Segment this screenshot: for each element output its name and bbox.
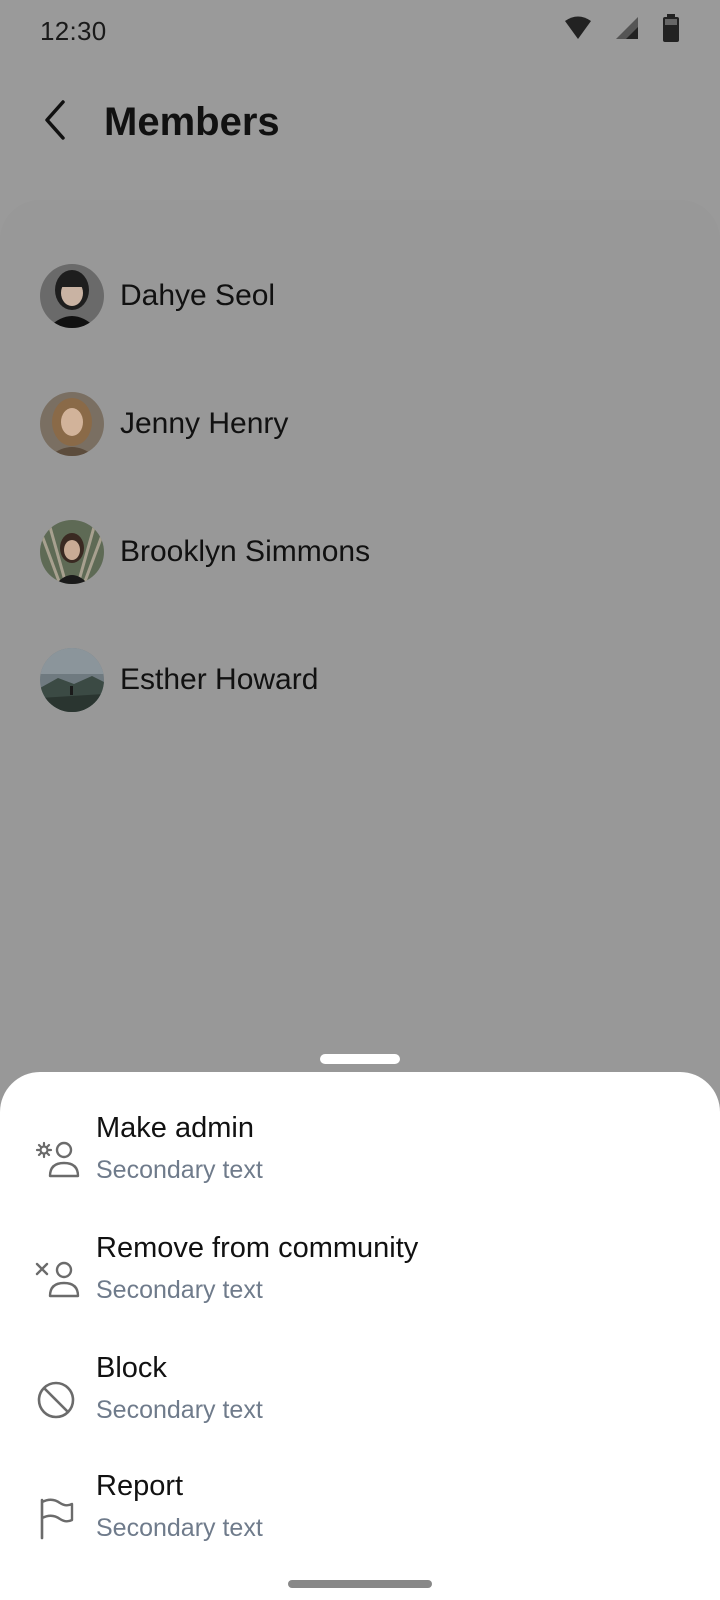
member-row[interactable]: Brooklyn Simmons: [40, 520, 680, 584]
action-secondary-text: Secondary text: [96, 1276, 263, 1304]
action-label: Remove from community: [96, 1232, 419, 1264]
flag-icon: [34, 1494, 82, 1542]
member-name: Esther Howard: [120, 663, 319, 696]
action-label: Report: [96, 1470, 184, 1502]
member-row[interactable]: Esther Howard: [40, 648, 680, 712]
action-secondary-text: Secondary text: [96, 1514, 263, 1542]
action-secondary-text: Secondary text: [96, 1396, 263, 1424]
remove-from-community-option[interactable]: Remove from community Secondary text: [0, 1232, 720, 1332]
battery-icon: [662, 14, 680, 42]
avatar: [40, 264, 104, 328]
page-title: Members: [104, 100, 280, 144]
block-icon: [34, 1376, 82, 1424]
chevron-left-icon: [41, 99, 71, 146]
report-option[interactable]: Report Secondary text: [0, 1470, 720, 1570]
member-name: Dahye Seol: [120, 279, 276, 312]
back-button[interactable]: [30, 96, 82, 148]
action-secondary-text: Secondary text: [96, 1156, 263, 1184]
action-label: Block: [96, 1352, 167, 1384]
user-remove-icon: [34, 1256, 82, 1304]
member-name: Jenny Henry: [120, 407, 289, 440]
cellular-signal-icon: [614, 15, 640, 41]
member-name: Brooklyn Simmons: [120, 535, 371, 568]
navigation-gesture-bar[interactable]: [288, 1580, 432, 1588]
user-settings-icon: [34, 1136, 82, 1184]
avatar: [40, 520, 104, 584]
action-label: Make admin: [96, 1112, 254, 1144]
block-option[interactable]: Block Secondary text: [0, 1352, 720, 1452]
members-list: Dahye Seol Jenny Henry Brooklyn Simmons: [0, 200, 720, 1100]
make-admin-option[interactable]: Make admin Secondary text: [0, 1112, 720, 1212]
header: Members: [0, 86, 720, 166]
member-actions-sheet: Make admin Secondary text Remove from co…: [0, 1072, 720, 1600]
status-time: 12:30: [40, 16, 107, 46]
sheet-drag-handle[interactable]: [320, 1054, 400, 1064]
member-row[interactable]: Dahye Seol: [40, 264, 680, 328]
status-icons: [564, 14, 680, 42]
avatar: [40, 648, 104, 712]
wifi-icon: [564, 15, 592, 41]
avatar: [40, 392, 104, 456]
status-bar: 12:30: [0, 0, 720, 64]
member-row[interactable]: Jenny Henry: [40, 392, 680, 456]
